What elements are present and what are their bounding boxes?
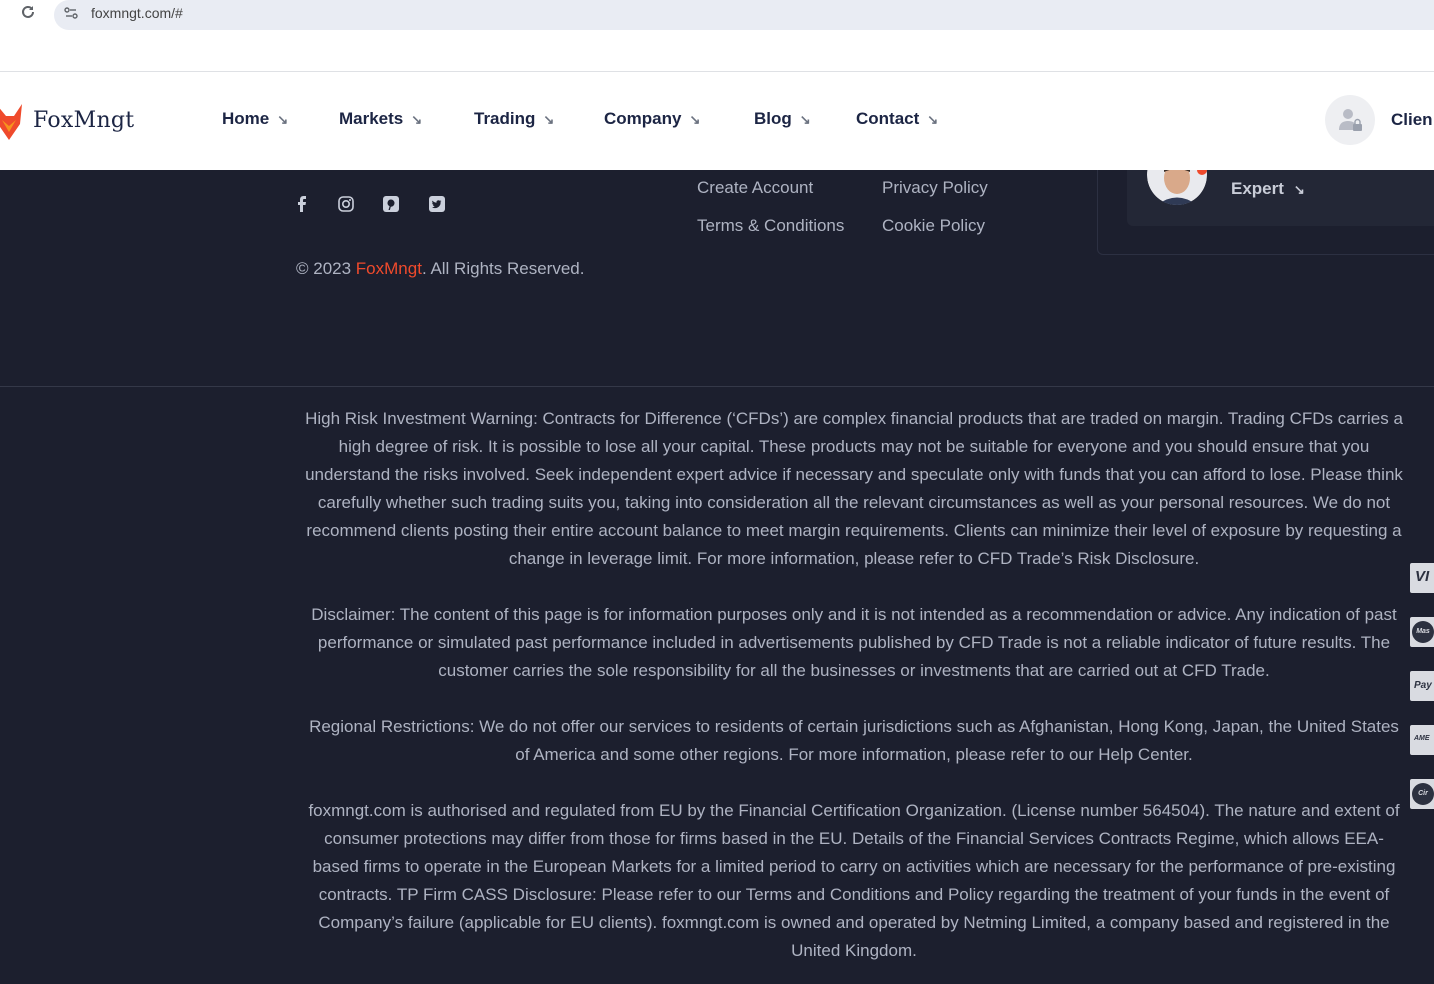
expert-link[interactable]: Expert ↘: [1231, 179, 1305, 199]
copyright-brand-link[interactable]: FoxMngt: [356, 259, 422, 278]
url-text[interactable]: foxmngt.com/#: [91, 5, 183, 21]
regulation-text: foxmngt.com is authorised and regulated …: [308, 801, 1400, 960]
nav-label: Trading: [474, 109, 536, 128]
disclaimer-text: Disclaimer: The content of this page is …: [311, 605, 1397, 680]
arrow-down-right-icon: ↘: [543, 112, 555, 127]
privacy-policy-link[interactable]: Privacy Policy: [882, 178, 988, 198]
nav-home[interactable]: Home ↘: [222, 109, 288, 133]
main-nav: Home ↘ Markets ↘ Trading ↘ Company ↘ Blog ↘ C…: [0, 109, 1000, 133]
arrow-down-right-icon: ↘: [927, 112, 939, 127]
address-bar[interactable]: foxmngt.com/#: [54, 0, 1434, 30]
reload-icon[interactable]: [18, 4, 38, 24]
copyright-text: © 2023 FoxMngt. All Rights Reserved.: [296, 259, 584, 279]
risk-warning-text: High Risk Investment Warning: Contracts …: [305, 409, 1403, 568]
nav-label: Markets: [339, 109, 404, 128]
nav-label: Home: [222, 109, 270, 128]
cirrus-icon: Cir: [1410, 779, 1434, 809]
arrow-down-right-icon: ↘: [799, 112, 811, 127]
nav-trading[interactable]: Trading ↘: [474, 109, 554, 133]
arrow-down-right-icon: ↘: [689, 112, 701, 127]
browser-toolbar: foxmngt.com/#: [0, 0, 1434, 72]
site-header: FoxMngt Home ↘ Markets ↘ Trading ↘ Company ↘…: [0, 72, 1434, 170]
nav-label: Company: [604, 109, 682, 128]
facebook-icon[interactable]: [296, 196, 310, 212]
client-area-link[interactable]: Clien: [1391, 110, 1433, 130]
paypal-icon: Pay: [1410, 671, 1434, 701]
visa-label: VI: [1415, 568, 1430, 585]
amex-label: AME: [1414, 735, 1430, 742]
nav-blog[interactable]: Blog ↘: [754, 109, 811, 133]
nav-company[interactable]: Company ↘: [604, 109, 700, 133]
legal-disclaimer-section: High Risk Investment Warning: Contracts …: [304, 405, 1404, 984]
expert-label-text: Expert: [1231, 179, 1284, 198]
footer-divider: [0, 386, 1434, 387]
mastercard-label: Mas: [1412, 621, 1434, 643]
nav-markets[interactable]: Markets ↘: [339, 109, 422, 133]
twitter-icon[interactable]: [429, 196, 445, 212]
visa-icon: VI: [1410, 563, 1434, 593]
footer-top: Create Account Terms & Conditions Privac…: [0, 170, 1434, 386]
copyright-suffix: . All Rights Reserved.: [421, 259, 585, 278]
nav-label: Contact: [856, 109, 920, 128]
arrow-down-right-icon: ↘: [411, 112, 423, 127]
copyright-prefix: © 2023: [296, 259, 356, 278]
amex-icon: AME: [1410, 725, 1434, 755]
cookie-policy-link[interactable]: Cookie Policy: [882, 216, 985, 236]
nav-contact[interactable]: Contact ↘: [856, 109, 938, 133]
client-user-icon[interactable]: [1325, 95, 1375, 145]
pinterest-icon[interactable]: [383, 196, 399, 212]
arrow-down-right-icon: ↘: [1293, 182, 1305, 197]
nav-label: Blog: [754, 109, 792, 128]
arrow-down-right-icon: ↘: [277, 112, 289, 127]
paypal-label: Pay: [1414, 680, 1432, 691]
regional-restrictions-text: Regional Restrictions: We do not offer o…: [309, 717, 1399, 764]
terms-link[interactable]: Terms & Conditions: [697, 216, 844, 236]
cirrus-label: Cir: [1412, 783, 1434, 805]
create-account-link[interactable]: Create Account: [697, 178, 813, 198]
site-info-icon[interactable]: [64, 6, 78, 20]
mastercard-icon: Mas: [1410, 617, 1434, 647]
instagram-icon[interactable]: [338, 196, 354, 212]
